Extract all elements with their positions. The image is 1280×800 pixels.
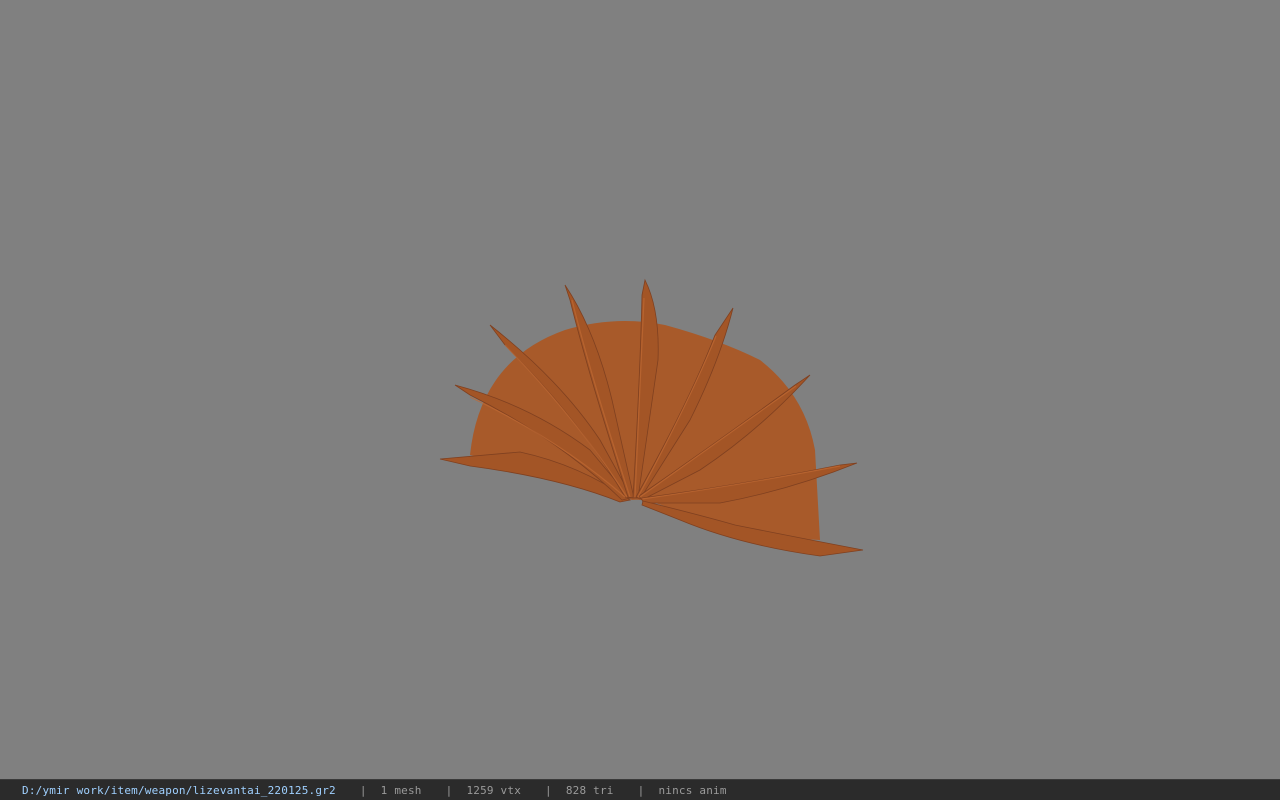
status-vertex-count: 1259 vtx [466,783,522,797]
status-separator: | [445,783,453,797]
3d-viewport[interactable] [0,0,1280,779]
fan-model [439,278,864,557]
status-mesh-count: 1 mesh [380,783,422,797]
status-bar: D:/ymir work/item/weapon/lizevantai_2201… [0,779,1280,800]
status-file-path: D:/ymir work/item/weapon/lizevantai_2201… [22,783,336,797]
status-triangle-count: 828 tri [565,783,614,797]
status-separator: | [359,783,367,797]
status-separator: | [637,783,645,797]
status-animation: nincs anim [658,783,727,797]
status-separator: | [545,783,552,797]
